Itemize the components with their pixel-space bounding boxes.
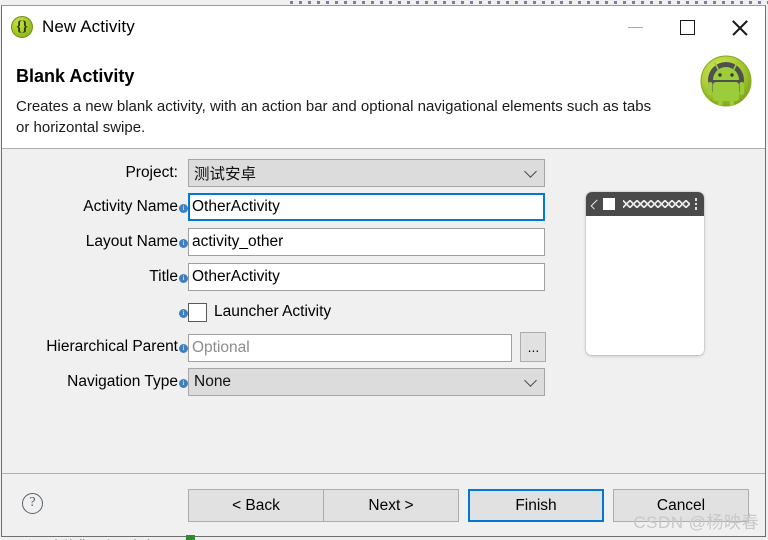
launcher-control: Launcher Activity [188,302,547,322]
android-robot-icon [700,55,752,107]
title-control [188,263,547,291]
activity-name-label: Activity Name [83,198,178,215]
project-value: 测试安卓 [194,166,257,183]
chevron-down-icon [524,165,537,178]
minimize-button[interactable] [609,6,661,48]
title-input[interactable] [188,263,545,291]
preview-content-area [586,216,704,355]
activity-form: Project: 测试安卓 Activity Name i OtherActiv… [2,157,547,400]
activity-name-control [188,193,547,221]
dialog-header: Blank Activity Creates a new blank activ… [2,48,765,149]
row-launcher-activity: Launcher Activity [2,295,547,329]
launcher-activity-checkbox[interactable] [188,302,207,322]
close-button[interactable] [713,6,765,48]
dialog-body: Project: 测试安卓 Activity Name i OtherActiv… [2,149,765,474]
background-window-marker [186,535,195,540]
app-square-icon [603,198,615,210]
chevron-down-icon [524,374,537,387]
info-icon[interactable] [179,203,188,213]
layout-name-label: Layout Name [85,233,178,250]
project-control: 测试安卓 [188,159,547,187]
dialog-footer: ? < Back Next > Finish Cancel CSDN @杨映春 [2,474,765,536]
info-icon[interactable] [179,378,188,388]
title-bar: {} New Activity [2,6,765,48]
close-icon [731,19,748,36]
layout-name-input[interactable] [188,228,545,256]
layout-name-control [188,228,547,256]
navigation-type-value: None [194,373,232,390]
info-icon[interactable] [179,273,188,283]
info-icon[interactable] [179,343,188,353]
navigation-type-select[interactable]: None [188,368,545,396]
hierarchical-parent-input[interactable] [188,334,512,362]
background-window-edge [290,1,768,4]
finish-button[interactable]: Finish [468,489,604,522]
browse-parent-button[interactable]: ... [520,332,547,362]
page-title: Blank Activity [16,66,135,86]
row-title: Title [2,260,547,294]
cancel-button[interactable]: Cancel [613,489,749,522]
window-title: New Activity [42,17,135,36]
page-description: Creates a new blank activity, with an ac… [16,98,652,137]
launcher-activity-label: Launcher Activity [214,303,332,320]
minimize-icon [627,26,643,28]
activity-preview-thumbnail [586,192,704,355]
new-activity-dialog: {} New Activity Blank Activity Creates a… [1,5,766,537]
help-icon[interactable]: ? [22,493,43,514]
button-bar: < Back Next > Finish Cancel [188,489,749,522]
overflow-menu-icon [694,198,697,210]
row-project: Project: 测试安卓 [2,157,547,189]
hierarchical-parent-control: ... [188,332,547,362]
zigzag-title-placeholder [623,200,690,208]
braces-circle-icon: {} [11,16,33,38]
activity-name-input[interactable] [188,193,545,221]
row-activity-name: Activity Name [2,190,547,224]
preview-action-bar [586,192,704,216]
back-button[interactable]: < Back [188,489,324,522]
navigation-type-control: None [188,368,547,396]
info-icon[interactable] [179,308,188,318]
info-icon[interactable] [179,238,188,248]
window-controls [609,6,765,48]
background-window-text: 一个下方的背景窗口文本 [10,536,155,540]
row-navigation-type: Navigation Type None [2,365,547,399]
title-label: Title [149,268,178,285]
maximize-icon [679,19,695,35]
screen: {} New Activity Blank Activity Creates a… [0,0,768,540]
next-button[interactable]: Next > [323,489,459,522]
hierarchical-parent-label: Hierarchical Parent [46,338,178,355]
navigation-type-label: Navigation Type [67,373,178,390]
row-hierarchical-parent: Hierarchical Parent ... [2,330,547,364]
chevron-left-icon [590,199,601,209]
project-select[interactable]: 测试安卓 [188,159,545,187]
project-label: Project: [125,164,178,181]
row-layout-name: Layout Name [2,225,547,259]
maximize-button[interactable] [661,6,713,48]
